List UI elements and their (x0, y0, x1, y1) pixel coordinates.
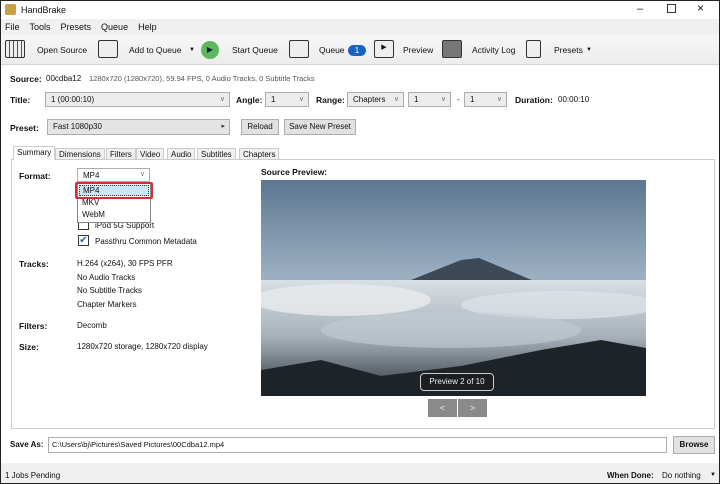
preview-button[interactable]: Preview (403, 42, 433, 58)
angle-value: 1 (271, 95, 276, 104)
start-queue-button[interactable]: Start Queue (232, 42, 278, 58)
chevron-down-icon: ∨ (219, 96, 225, 103)
menu-queue[interactable]: Queue (101, 22, 128, 32)
track-item: H.264 (x264), 30 FPS PFR (77, 259, 173, 268)
range-separator: - (457, 95, 460, 104)
chevron-down-icon: ∨ (139, 171, 145, 178)
range-from-value: 1 (414, 95, 419, 104)
format-value: MP4 (83, 171, 100, 180)
presets-dropdown-icon[interactable]: ▼ (586, 42, 592, 58)
angle-label: Angle: (236, 95, 263, 105)
activity-log-button[interactable]: Activity Log (472, 42, 515, 58)
browse-button[interactable]: Browse (673, 436, 715, 454)
size-label: Size: (19, 342, 39, 352)
save-new-preset-button[interactable]: Save New Preset (284, 119, 356, 135)
preset-label: Preset: (10, 123, 39, 133)
range-label: Range: (316, 95, 345, 105)
add-to-queue-button[interactable]: Add to Queue (129, 42, 181, 58)
toolbar: Open Source Add to Queue ▼ ▶ Start Queue… (1, 35, 719, 65)
source-name: 00cdba12 (46, 74, 82, 83)
jobs-pending: 1 Jobs Pending (5, 471, 61, 480)
presets-icon[interactable] (526, 40, 541, 58)
queue-count-badge: 1 (348, 45, 366, 56)
size-value: 1280x720 storage, 1280x720 display (77, 342, 208, 351)
preview-caption: Preview 2 of 10 (420, 373, 494, 391)
queue-button[interactable]: Queue (319, 42, 345, 58)
filters-value: Decomb (77, 321, 107, 330)
format-option-webm[interactable]: WebM (82, 210, 105, 219)
filters-label: Filters: (19, 321, 48, 331)
angle-select[interactable]: 1 ∨ (265, 92, 309, 107)
track-item: No Audio Tracks (77, 273, 136, 282)
save-as-label: Save As: (10, 440, 44, 449)
range-from-select[interactable]: 1 ∨ (408, 92, 451, 107)
chevron-down-icon: ∨ (298, 96, 304, 103)
when-done-select[interactable]: Do nothing (662, 471, 701, 480)
tab-summary[interactable]: Summary (13, 146, 56, 160)
handbrake-window: HandBrake – × File Tools Presets Queue Help … (0, 0, 720, 484)
format-option-mkv[interactable]: MKV (82, 198, 99, 207)
range-type-value: Chapters (353, 95, 386, 104)
format-select[interactable]: MP4 ∨ (77, 168, 150, 182)
chevron-right-icon: ▸ (221, 123, 225, 130)
preset-value: Fast 1080p30 (53, 122, 102, 131)
chevron-down-icon: ∨ (440, 96, 446, 103)
highlight-box (75, 182, 153, 199)
menu-tools[interactable]: Tools (30, 22, 51, 32)
duration-value: 00:00:10 (558, 95, 590, 104)
menu-file[interactable]: File (5, 22, 20, 32)
passthru-label: Passthru Common Metadata (95, 237, 197, 246)
minimize-button[interactable]: – (637, 3, 643, 15)
status-bar: 1 Jobs Pending When Done: Do nothing ▼ (1, 463, 719, 483)
presets-button[interactable]: Presets (554, 42, 583, 58)
range-to-value: 1 (470, 95, 475, 104)
open-source-button[interactable]: Open Source (37, 42, 87, 58)
source-label: Source: (10, 74, 42, 84)
title-select[interactable]: 1 (00:00:10) ∨ (45, 92, 230, 107)
source-preview-title: Source Preview: (261, 167, 328, 177)
track-item: No Subtitle Tracks (77, 286, 142, 295)
preview-prev-button[interactable]: < (428, 399, 457, 417)
chevron-down-icon[interactable]: ▼ (710, 472, 716, 478)
window-title: HandBrake (21, 5, 67, 15)
format-label: Format: (19, 171, 51, 181)
activity-log-icon[interactable] (442, 40, 462, 58)
preset-select[interactable]: Fast 1080p30 ▸ (47, 119, 230, 135)
range-to-select[interactable]: 1 ∨ (464, 92, 507, 107)
title-bar: HandBrake – × (1, 1, 719, 19)
save-path-input[interactable]: C:\Users\bj\Pictures\Saved Pictures\00Cd… (48, 437, 667, 453)
queue-icon[interactable] (289, 40, 309, 58)
source-info: 1280x720 (1280x720), 59.94 FPS, 0 Audio … (89, 74, 315, 83)
title-label: Title: (10, 95, 31, 105)
passthru-checkbox[interactable]: ✔ (78, 235, 89, 246)
close-button[interactable]: × (697, 1, 704, 15)
chevron-down-icon: ∨ (393, 96, 399, 103)
maximize-button[interactable] (667, 4, 676, 13)
open-source-icon[interactable] (5, 40, 25, 58)
duration-label: Duration: (515, 95, 553, 105)
menu-presets[interactable]: Presets (61, 22, 92, 32)
preview-image (261, 180, 646, 396)
preview-icon[interactable]: ▶ (374, 40, 394, 58)
reload-button[interactable]: Reload (241, 119, 279, 135)
add-to-queue-icon[interactable] (98, 40, 118, 58)
tracks-label: Tracks: (19, 259, 49, 269)
add-to-queue-dropdown-icon[interactable]: ▼ (189, 42, 195, 58)
track-item: Chapter Markers (77, 300, 137, 309)
range-type-select[interactable]: Chapters ∨ (347, 92, 404, 107)
menu-bar: File Tools Presets Queue Help (1, 19, 719, 35)
start-queue-icon[interactable]: ▶ (201, 41, 219, 59)
menu-help[interactable]: Help (138, 22, 157, 32)
app-logo-icon (5, 4, 16, 15)
when-done-label: When Done: (607, 471, 654, 480)
preview-next-button[interactable]: > (458, 399, 487, 417)
title-value: 1 (00:00:10) (51, 95, 95, 104)
chevron-down-icon: ∨ (496, 96, 502, 103)
